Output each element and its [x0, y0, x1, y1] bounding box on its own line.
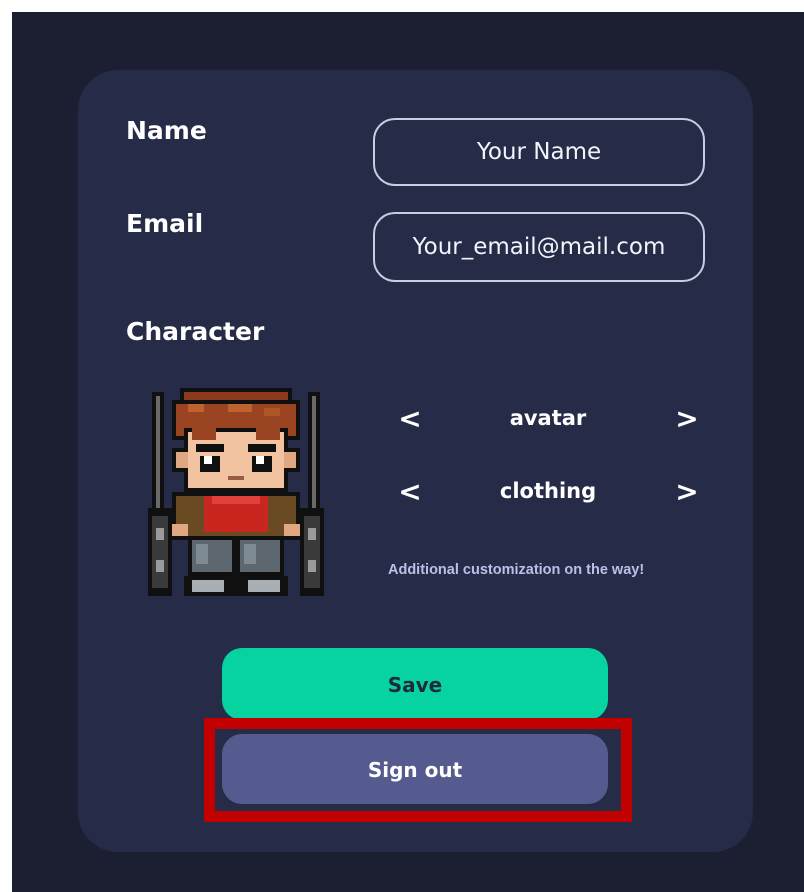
name-label: Name [126, 116, 207, 145]
name-input[interactable] [373, 118, 705, 186]
sign-out-button[interactable]: Sign out [222, 734, 608, 804]
email-label: Email [126, 209, 204, 238]
clothing-option-label: clothing [499, 479, 597, 503]
chevron-left-icon[interactable]: < [398, 478, 422, 506]
chevron-right-icon[interactable]: > [675, 405, 699, 433]
avatar-option-label: avatar [509, 406, 587, 430]
email-input[interactable] [373, 212, 705, 282]
character-label: Character [126, 317, 265, 346]
save-button[interactable]: Save [222, 648, 608, 720]
chevron-left-icon[interactable]: < [398, 405, 422, 433]
character-avatar-image [148, 388, 324, 600]
customization-note: Additional customization on the way! [388, 562, 645, 578]
chevron-right-icon[interactable]: > [675, 478, 699, 506]
